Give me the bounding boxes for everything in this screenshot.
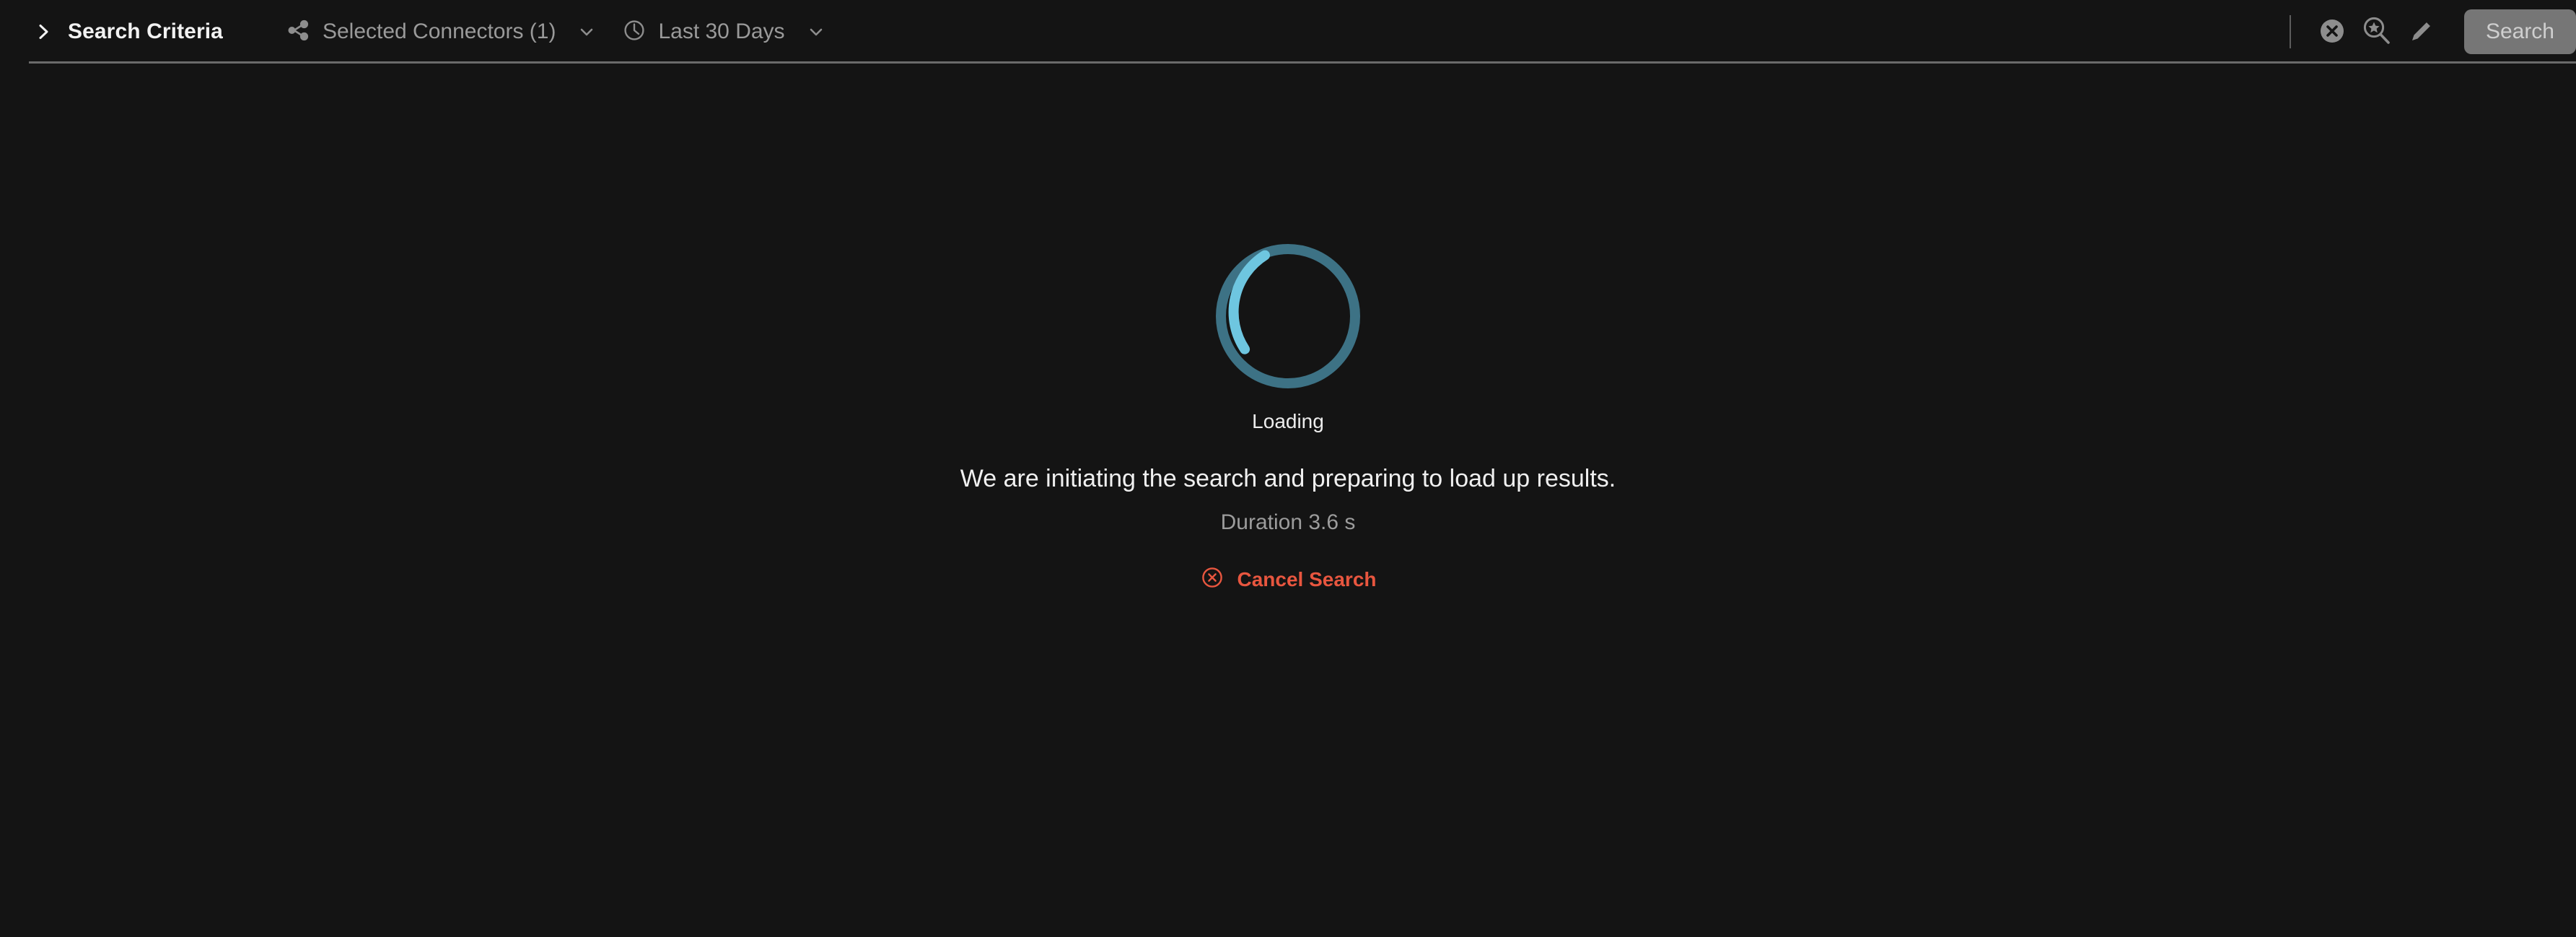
cancel-search-label: Cancel Search [1237, 567, 1377, 590]
search-results-page: Search Criteria Selected Connectors (1) [0, 0, 2576, 937]
selected-connectors-filter[interactable]: Selected Connectors (1) [286, 18, 597, 46]
clear-search-icon [2316, 15, 2348, 49]
header-left-group: Search Criteria Selected Connectors (1) [0, 0, 825, 64]
time-range-label: Last 30 Days [658, 19, 785, 43]
selected-connectors-label: Selected Connectors (1) [322, 19, 556, 43]
search-submit-button[interactable]: Search [2463, 9, 2576, 54]
cancel-search-link[interactable]: Cancel Search [1200, 565, 1377, 593]
search-criteria-label: Search Criteria [68, 19, 223, 43]
clear-search-button[interactable] [2310, 9, 2354, 54]
chevron-right-icon [36, 24, 52, 40]
header-actions-group: Search [2289, 0, 2576, 64]
cancel-circle-icon [1200, 565, 1225, 593]
results-area: Loading We are initiating the search and… [0, 64, 2576, 937]
header-divider [2289, 15, 2291, 48]
search-header: Search Criteria Selected Connectors (1) [0, 0, 2576, 64]
edit-pencil-icon [2406, 15, 2437, 49]
connectors-icon [286, 18, 311, 46]
loading-duration: Duration 3.6 s [1220, 510, 1356, 534]
chevron-down-icon[interactable] [807, 22, 825, 41]
loading-status-label: Loading [1252, 410, 1324, 432]
loading-spinner-icon [1216, 244, 1360, 388]
search-criteria-toggle[interactable]: Search Criteria [36, 19, 230, 44]
loading-panel: Loading We are initiating the search and… [0, 244, 2576, 593]
time-range-filter[interactable]: Last 30 Days [622, 18, 825, 46]
chevron-down-icon[interactable] [577, 22, 596, 41]
saved-search-icon [2360, 14, 2393, 50]
clock-icon [622, 18, 647, 46]
edit-search-button[interactable] [2399, 9, 2444, 54]
loading-message: We are initiating the search and prepari… [960, 465, 1616, 492]
saved-search-button[interactable] [2354, 9, 2399, 54]
